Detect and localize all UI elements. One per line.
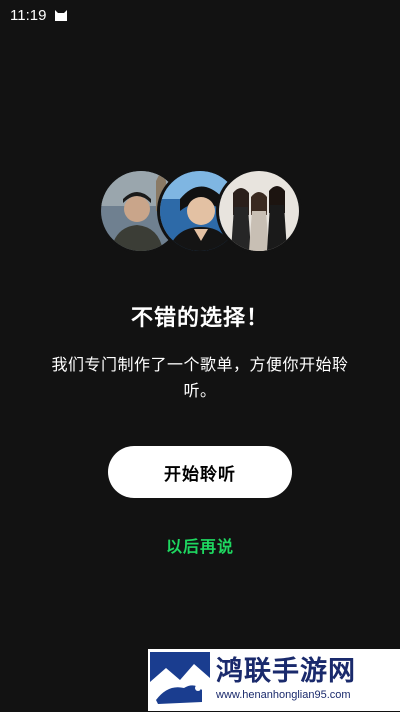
page-title: 不错的选择！ [130,306,269,331]
artist-avatars [98,168,304,254]
watermark: 鸿联手游网 www.henanhonglian95.com [148,649,400,711]
artist-avatar-3 [216,168,302,254]
page-subtitle: 我们专门制作了一个歌单，方便你开始聆听。 [51,355,349,400]
watermark-url: www.henanhonglian95.com [216,689,351,701]
status-time: 11:19 [10,6,47,24]
start-listening-button[interactable]: 开始聆听 [108,446,292,498]
cat-icon [54,9,68,22]
status-bar: 11:19 [0,0,400,30]
later-link[interactable]: 以后再说 [0,533,400,557]
watermark-name: 鸿联手游网 [216,656,356,687]
watermark-logo-icon [150,652,210,708]
